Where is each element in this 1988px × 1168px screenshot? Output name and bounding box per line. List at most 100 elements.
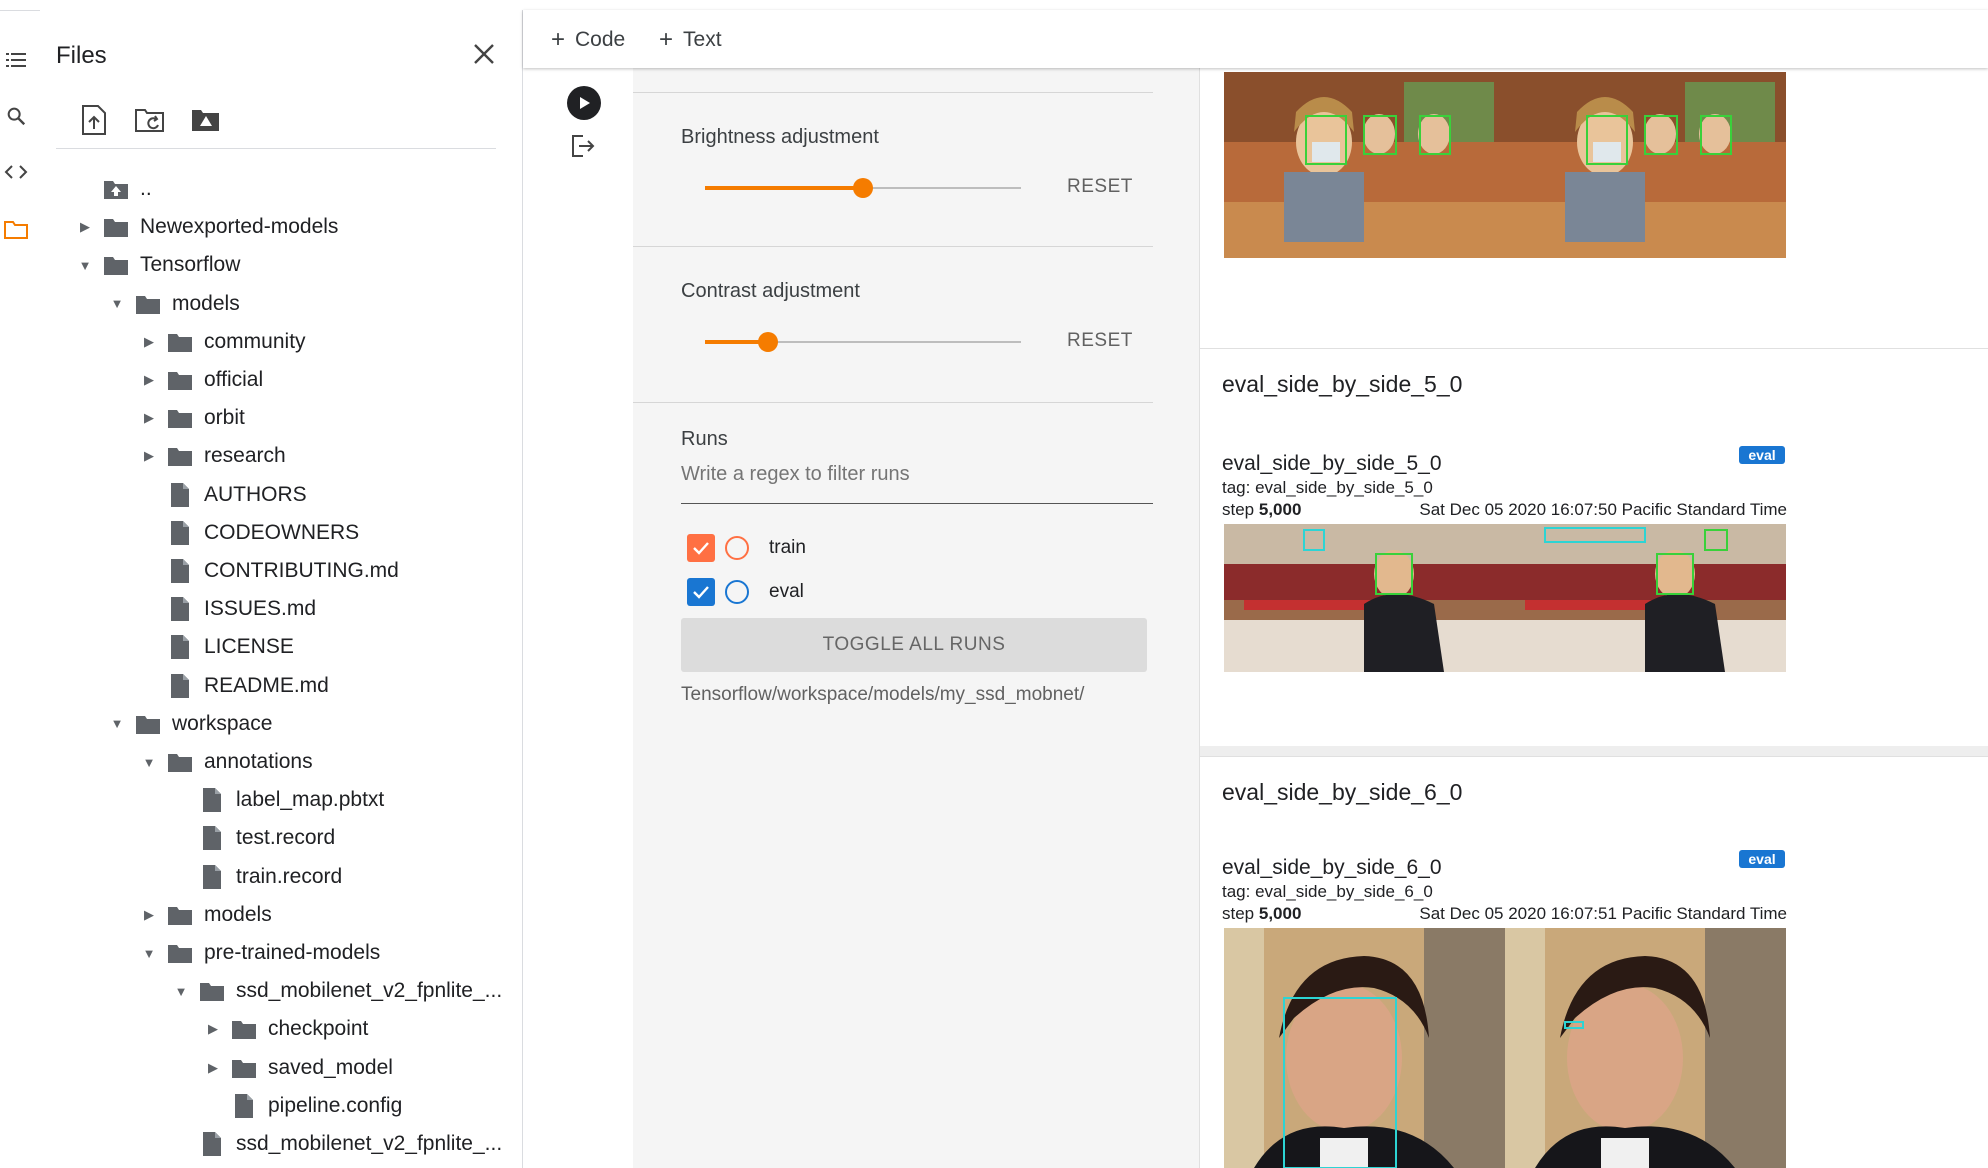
file-tree-label: official <box>204 368 264 391</box>
file-tree-label: CODEOWNERS <box>204 520 360 544</box>
file-tree-file[interactable]: ▶CODEOWNERS <box>138 514 359 552</box>
file-tree-file[interactable]: ▶label_map.pbtxt <box>170 781 384 819</box>
files-panel: Files ▶..▶Newexported-models▼Tensorflow▼… <box>40 10 523 1168</box>
file-tree-folder[interactable]: ▼ Tensorflow <box>74 246 241 284</box>
refresh-folder-icon[interactable] <box>130 100 170 140</box>
add-code-cell-button[interactable]: + Code <box>551 26 625 54</box>
caret-right-icon[interactable]: ▶ <box>138 369 160 391</box>
run-filter-input[interactable]: Write a regex to filter runs <box>681 463 1153 504</box>
caret-down-icon[interactable]: ▼ <box>106 713 128 735</box>
brightness-reset-button[interactable]: RESET <box>1067 176 1133 198</box>
output-menu-icon[interactable] <box>569 132 599 162</box>
portrait-face-image[interactable] <box>1224 928 1786 1168</box>
checkmark-icon <box>693 542 709 555</box>
file-tree-file[interactable]: ▶CONTRIBUTING.md <box>138 552 399 590</box>
table-of-contents-icon[interactable] <box>2 46 30 74</box>
caret-down-icon[interactable]: ▼ <box>138 751 160 773</box>
file-tree-file[interactable]: ▶README.md <box>138 667 329 705</box>
file-tree-file[interactable]: ▶ISSUES.md <box>138 590 316 628</box>
file-tree-folder[interactable]: ▼ workspace <box>106 705 273 743</box>
caret-down-icon[interactable]: ▼ <box>74 254 96 276</box>
files-folder-icon[interactable] <box>2 216 30 244</box>
caret-right-icon[interactable]: ▶ <box>74 216 96 238</box>
eval-checkbox[interactable] <box>687 578 715 606</box>
caret-right-icon[interactable]: ▶ <box>138 904 160 926</box>
file-tree-label: pre-trained-models <box>204 941 381 964</box>
image-card-6: eval_side_by_side_6_0 eval tag: eval_sid… <box>1200 828 1988 1168</box>
file-tree-file[interactable]: ▶train.record <box>170 858 342 896</box>
runs-label: Runs <box>681 428 728 450</box>
caret-right-icon[interactable]: ▶ <box>202 1057 224 1079</box>
eval-color-radio[interactable] <box>725 580 749 604</box>
train-color-radio[interactable] <box>725 536 749 560</box>
file-tree-folder[interactable]: ▶ orbit <box>138 399 245 437</box>
folder-icon <box>166 444 194 468</box>
panel-title: eval_side_by_side_6_0 <box>1222 856 1442 879</box>
file-tree-label: orbit <box>204 406 245 430</box>
file-icon <box>166 559 194 583</box>
card-header-5[interactable]: eval_side_by_side_5_0 <box>1200 348 1988 422</box>
step-value: 5,000 <box>1258 904 1302 923</box>
caret-right-icon[interactable]: ▶ <box>138 331 160 353</box>
caret-down-icon[interactable]: ▼ <box>106 293 128 315</box>
slider-thumb[interactable] <box>758 332 779 352</box>
file-tree-label: train.record <box>236 864 343 888</box>
contrast-slider[interactable] <box>705 332 1021 352</box>
caret-right-icon[interactable]: ▶ <box>138 445 160 467</box>
file-tree-folder[interactable]: ▶ saved_model <box>202 1049 393 1087</box>
activity-rail <box>0 10 40 1168</box>
file-tree-folder[interactable]: ▶ official <box>138 361 263 399</box>
image-half-right <box>1505 928 1786 1168</box>
step-label: step <box>1222 500 1255 519</box>
file-tree-file[interactable]: ▶LICENSE <box>138 628 294 666</box>
file-tree-folder[interactable]: ▼ pre-trained-models <box>138 934 381 972</box>
file-tree-folder[interactable]: ▶ community <box>138 323 306 361</box>
file-tree-label: test.record <box>236 826 336 850</box>
file-tree-parent[interactable]: ▶.. <box>74 170 152 208</box>
toggle-all-runs-button[interactable]: TOGGLE ALL RUNS <box>681 618 1147 672</box>
image-half-left <box>1224 524 1505 672</box>
caret-down-icon[interactable]: ▼ <box>138 942 160 964</box>
close-icon[interactable] <box>468 38 500 70</box>
upload-file-icon[interactable] <box>74 100 114 140</box>
file-tree-folder[interactable]: ▼ ssd_mobilenet_v2_fpnlite_... <box>170 972 503 1010</box>
search-icon[interactable] <box>2 102 30 130</box>
file-tree-folder[interactable]: ▶ models <box>138 896 272 934</box>
file-tree-label: checkpoint <box>268 1017 369 1041</box>
file-tree-folder[interactable]: ▼ models <box>106 285 240 323</box>
cell-gutter <box>523 68 633 1168</box>
file-tree-file[interactable]: ▶pipeline.config <box>202 1087 402 1125</box>
train-checkbox[interactable] <box>687 534 715 562</box>
code-snippets-icon[interactable] <box>2 158 30 186</box>
card-header-6[interactable]: eval_side_by_side_6_0 <box>1200 756 1988 830</box>
file-tree-folder[interactable]: ▶ research <box>138 437 286 475</box>
tensorboard-images-area: eval_side_by_side_5_0 eval_side_by_side_… <box>1200 68 1988 1168</box>
classroom-mask-image[interactable] <box>1224 72 1786 258</box>
notebook-toolbar: + Code + Text <box>523 10 1988 68</box>
file-icon <box>166 482 194 507</box>
mount-drive-icon[interactable] <box>186 100 226 140</box>
caret-right-icon[interactable]: ▶ <box>138 407 160 429</box>
brightness-slider[interactable] <box>705 178 1021 198</box>
add-text-cell-button[interactable]: + Text <box>659 26 722 54</box>
run-row-train: train <box>687 532 806 564</box>
file-tree-label: pipeline.config <box>268 1093 403 1117</box>
brightness-label: Brightness adjustment <box>681 126 879 148</box>
file-icon <box>198 788 226 813</box>
file-tree-file[interactable]: ▶AUTHORS <box>138 476 307 514</box>
card-header-title: eval_side_by_side_5_0 <box>1222 371 1463 397</box>
file-tree-file[interactable]: ▶ssd_mobilenet_v2_fpnlite_... <box>170 1125 502 1163</box>
contrast-reset-button[interactable]: RESET <box>1067 330 1133 352</box>
classroom-desks-image[interactable] <box>1224 524 1786 672</box>
file-tree-folder[interactable]: ▶ checkpoint <box>202 1010 368 1048</box>
file-tree-label: community <box>204 329 306 353</box>
file-tree-folder[interactable]: ▶ Newexported-models <box>74 208 338 246</box>
file-tree-file[interactable]: ▶test.record <box>170 819 335 857</box>
caret-right-icon[interactable]: ▶ <box>202 1018 224 1040</box>
slider-thumb[interactable] <box>853 178 873 198</box>
file-tree-folder[interactable]: ▼ annotations <box>138 743 313 781</box>
caret-down-icon[interactable]: ▼ <box>170 980 192 1002</box>
folder-icon <box>166 330 194 354</box>
run-cell-button[interactable] <box>567 86 601 120</box>
file-tree-label: Newexported-models <box>140 215 339 239</box>
